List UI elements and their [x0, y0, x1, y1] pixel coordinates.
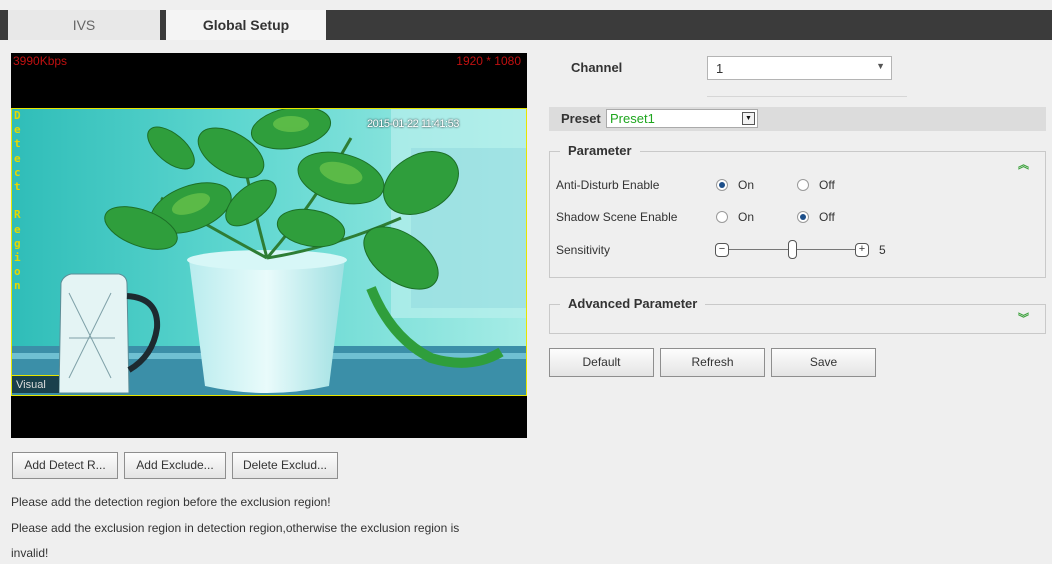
anti-disturb-label: Anti-Disturb Enable [556, 178, 660, 192]
divider [707, 96, 907, 97]
add-exclude-region-button[interactable]: Add Exclude... [124, 452, 226, 479]
plus-icon[interactable]: + [855, 243, 869, 257]
triangle-down-icon: ▼ [742, 112, 755, 125]
anti-disturb-off-label[interactable]: Off [819, 178, 835, 192]
preset-bar: Preset Preset1 ▼ [549, 107, 1046, 131]
note-exclusion-inside: Please add the exclusion region in detec… [11, 521, 460, 535]
refresh-button[interactable]: Refresh [660, 348, 765, 377]
shadow-scene-on-radio[interactable] [716, 211, 728, 223]
sensitivity-label: Sensitivity [556, 243, 611, 257]
advanced-parameter-title[interactable]: Advanced Parameter [560, 296, 706, 311]
add-detect-region-button[interactable]: Add Detect R... [12, 452, 118, 479]
anti-disturb-on-radio[interactable] [716, 179, 728, 191]
sensitivity-slider-thumb[interactable] [787, 240, 797, 259]
channel-label: Channel [571, 60, 623, 75]
visual-mode-tag: Visual [11, 375, 59, 393]
resolution-readout: 1920 * 1080 [456, 54, 521, 68]
note-detection-order: Please add the detection region before t… [11, 495, 331, 509]
bitrate-readout: 3990Kbps [13, 54, 68, 68]
note-invalid: invalid! [11, 546, 49, 560]
video-preview[interactable]: 3990Kbps 1920 * 1080 2015-01-22 11:41:53… [11, 53, 527, 438]
triangle-down-icon: ▼ [876, 61, 885, 71]
preset-select[interactable]: Preset1 ▼ [606, 109, 758, 128]
minus-icon[interactable]: − [715, 243, 729, 257]
double-chevron-down-icon[interactable]: ︾ [1018, 310, 1029, 326]
shadow-scene-off-label[interactable]: Off [819, 210, 835, 224]
double-chevron-up-icon[interactable]: ︽ [1018, 156, 1029, 172]
anti-disturb-off-radio[interactable] [797, 179, 809, 191]
tab-ivs[interactable]: IVS [8, 10, 160, 40]
detect-region-label: D e t e c t R e g i o n [14, 109, 21, 293]
preset-label: Preset [561, 111, 601, 126]
shadow-scene-off-radio[interactable] [797, 211, 809, 223]
default-button[interactable]: Default [549, 348, 654, 377]
channel-select[interactable]: 1 ▼ [707, 56, 892, 80]
shadow-scene-label: Shadow Scene Enable [556, 210, 678, 224]
channel-value: 1 [716, 61, 724, 76]
shadow-scene-on-label[interactable]: On [738, 210, 754, 224]
parameter-title: Parameter [560, 143, 640, 158]
tab-bar: IVS Global Setup [0, 10, 1052, 40]
sensitivity-value: 5 [879, 243, 886, 257]
osd-timestamp: 2015-01-22 11:41:53 [367, 118, 459, 130]
detect-region-frame[interactable] [11, 108, 527, 396]
delete-exclude-region-button[interactable]: Delete Exclud... [232, 452, 338, 479]
anti-disturb-on-label[interactable]: On [738, 178, 754, 192]
save-button[interactable]: Save [771, 348, 876, 377]
tab-global-setup[interactable]: Global Setup [166, 10, 326, 40]
preset-value: Preset1 [610, 111, 655, 126]
advanced-parameter-group: Advanced Parameter ︾ [549, 296, 1046, 334]
